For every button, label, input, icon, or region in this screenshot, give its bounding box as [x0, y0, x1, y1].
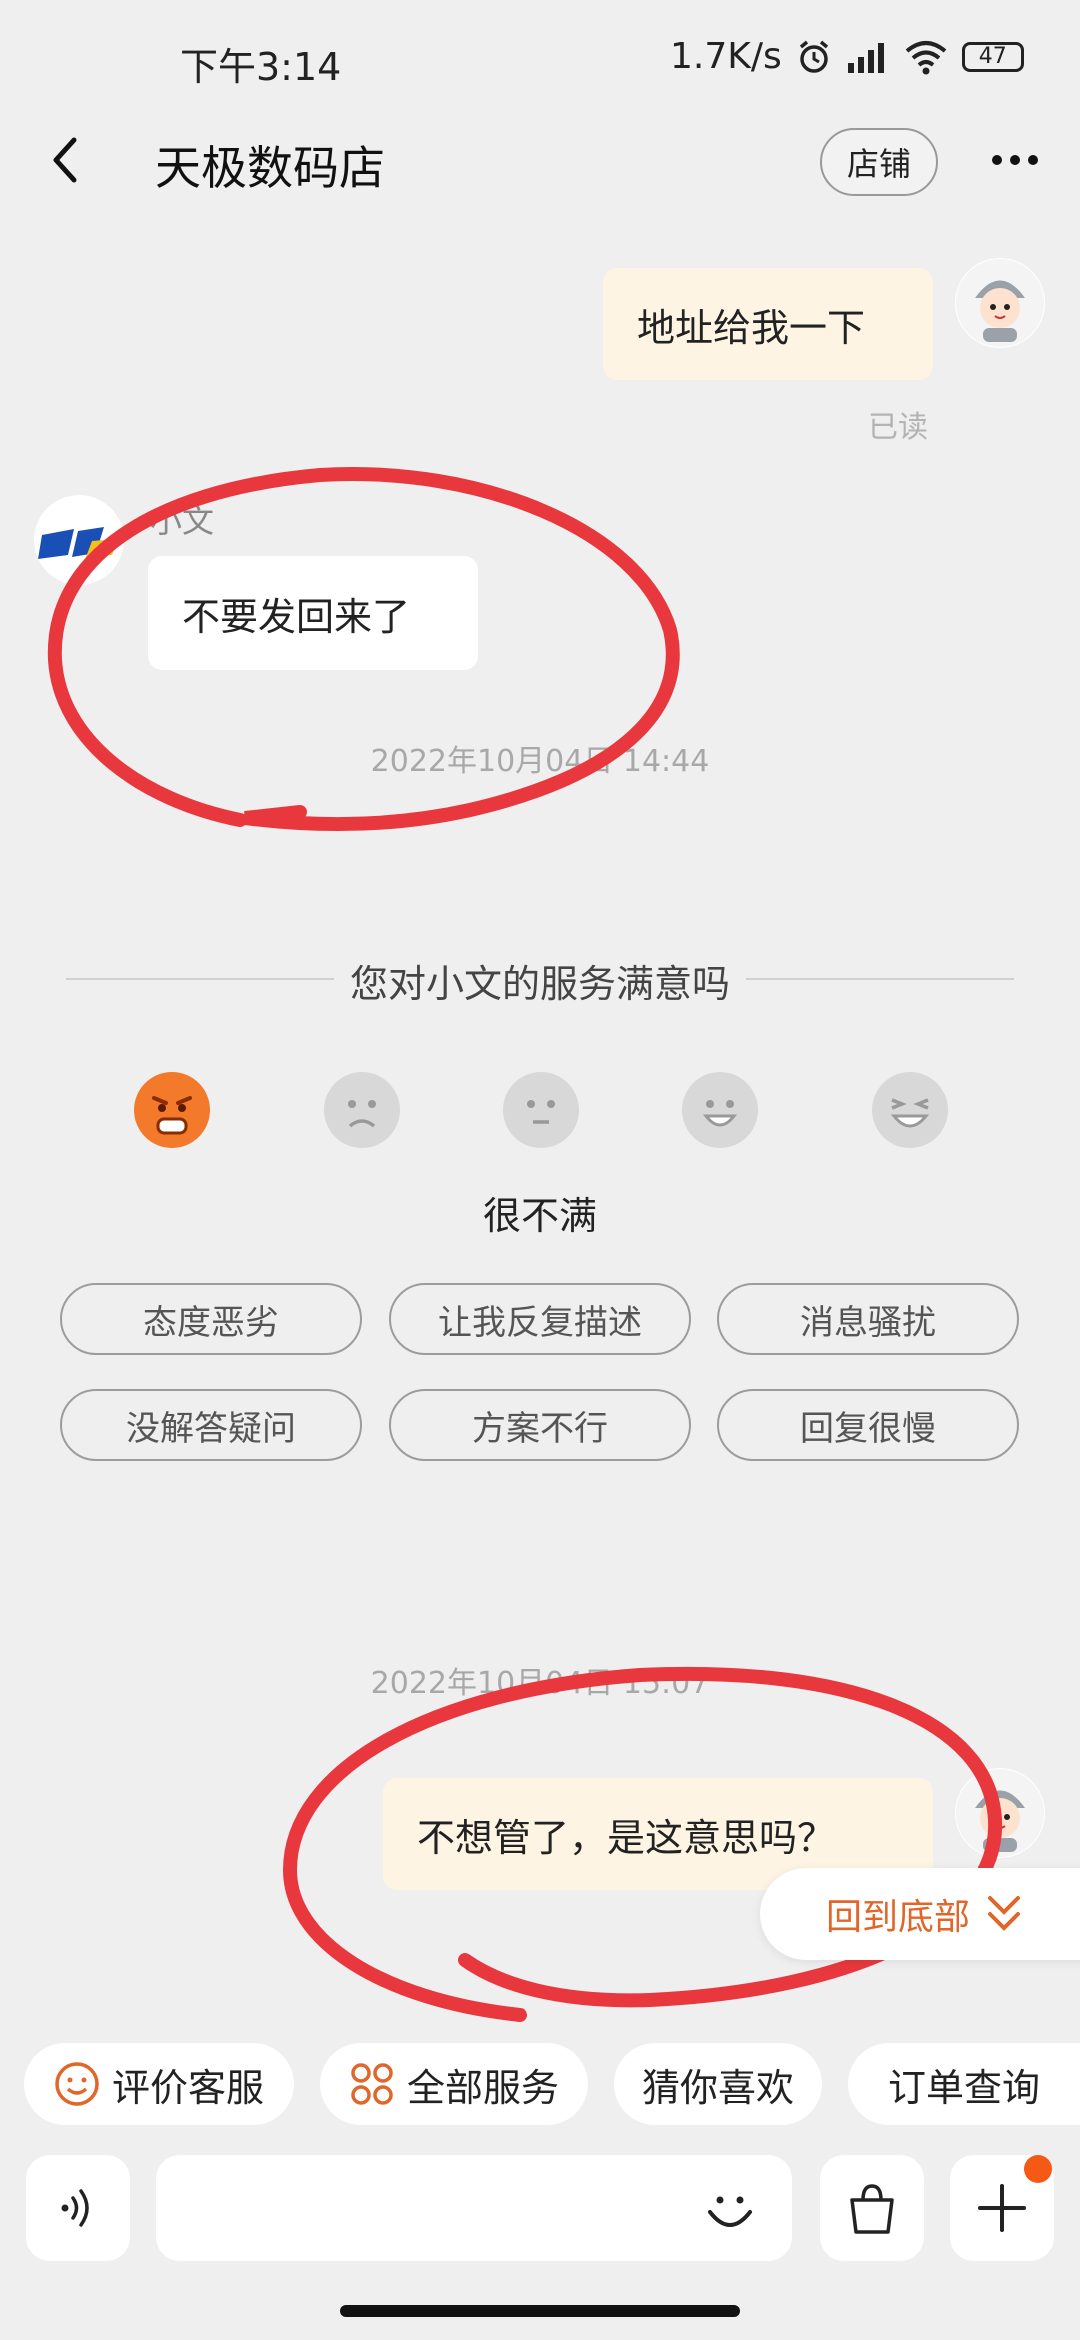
back-arrow-icon[interactable] — [40, 130, 90, 190]
order-query-button[interactable]: 订单查询 — [848, 2043, 1080, 2125]
shop-button[interactable]: 店铺 — [820, 128, 938, 196]
scroll-to-bottom-label: 回到底部 — [826, 1897, 971, 1938]
quick-action-label: 订单查询 — [887, 2065, 1040, 2110]
status-icons: 1.7K/s 47 — [670, 36, 1024, 77]
shop-message-bubble[interactable]: 不要发回来了 — [148, 556, 478, 670]
user-avatar[interactable] — [955, 258, 1045, 348]
timestamp: 2022年10月04日 15:07 — [370, 1666, 710, 1701]
rating-neutral-face-icon[interactable] — [503, 1072, 579, 1148]
shopping-bag-icon — [850, 2184, 894, 2234]
smiley-icon — [55, 2062, 99, 2106]
double-chevron-down-icon — [988, 1896, 1021, 1931]
page-title: 天极数码店 — [155, 141, 385, 195]
guess-you-like-button[interactable]: 猜你喜欢 — [614, 2043, 822, 2125]
user-avatar[interactable] — [955, 1768, 1045, 1858]
cartoon-avatar-icon — [956, 1769, 1044, 1857]
emoji-icon[interactable] — [700, 2180, 760, 2240]
timestamp: 2022年10月04日 14:44 — [370, 744, 710, 779]
rating-label: 很不满 — [482, 1194, 597, 1238]
quick-action-label: 全部服务 — [406, 2065, 559, 2110]
read-receipt: 已读 — [868, 410, 928, 445]
shopping-bag-button[interactable] — [820, 2155, 924, 2261]
feedback-tag[interactable]: 没解答疑问 — [60, 1389, 362, 1461]
status-time: 下午3:14 — [180, 45, 342, 89]
cellular-signal-icon — [847, 42, 884, 73]
rate-service-button[interactable]: 评价客服 — [24, 2043, 294, 2125]
rating-very-happy-face-icon[interactable] — [872, 1072, 948, 1148]
message-input[interactable] — [156, 2155, 792, 2261]
survey-title: 您对小文的服务满意吗 — [0, 953, 1080, 1008]
alarm-icon — [799, 40, 828, 73]
battery-icon: 47 — [961, 41, 1024, 72]
more-options-icon[interactable] — [985, 140, 1045, 180]
my-message-bubble[interactable]: 地址给我一下 — [603, 268, 933, 380]
rating-happy-face-icon[interactable] — [682, 1072, 758, 1148]
wifi-icon — [905, 40, 947, 74]
feedback-tag[interactable]: 方案不行 — [389, 1389, 691, 1461]
sender-name: 小文 — [150, 502, 215, 540]
rating-angry-face-icon[interactable] — [134, 1072, 210, 1148]
scroll-to-bottom-button[interactable]: 回到底部 — [760, 1868, 1080, 1960]
quick-action-label: 猜你喜欢 — [641, 2065, 794, 2110]
voice-icon — [61, 2189, 89, 2227]
notification-dot — [1024, 2155, 1052, 2183]
home-indicator[interactable] — [340, 2305, 740, 2317]
all-services-button[interactable]: 全部服务 — [320, 2043, 588, 2125]
voice-input-button[interactable] — [26, 2155, 130, 2261]
shop-avatar[interactable] — [34, 495, 124, 585]
feedback-tag[interactable]: 让我反复描述 — [389, 1283, 691, 1355]
feedback-tag[interactable]: 消息骚扰 — [717, 1283, 1019, 1355]
plus-icon — [978, 2184, 1026, 2232]
cartoon-avatar-icon — [956, 259, 1044, 347]
quick-action-label: 评价客服 — [111, 2065, 264, 2110]
feedback-tag[interactable]: 态度恶劣 — [60, 1283, 362, 1355]
shop-logo-icon — [35, 496, 123, 584]
feedback-tag[interactable]: 回复很慢 — [717, 1389, 1019, 1461]
grid-icon — [351, 2063, 393, 2105]
network-speed: 1.7K/s — [670, 36, 782, 77]
rating-sad-face-icon[interactable] — [324, 1072, 400, 1148]
